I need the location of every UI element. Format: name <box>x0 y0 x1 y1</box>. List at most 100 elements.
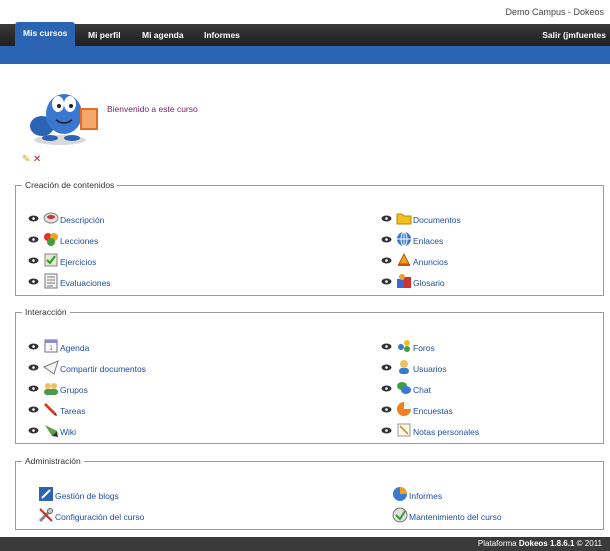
tool-label[interactable]: Configuración del curso <box>55 512 144 522</box>
footer: Plataforma Dokeos 1.8.6.1 © 2011 <box>0 537 610 551</box>
eye-icon[interactable] <box>381 385 392 392</box>
delete-icon[interactable]: ✕ <box>33 154 41 165</box>
users-icon <box>399 360 409 374</box>
tool-label[interactable]: Chat <box>413 385 431 395</box>
tool-compartir-documentos[interactable]: Compartir documentos <box>28 359 146 375</box>
tool-configuracion-curso[interactable]: Configuración del curso <box>38 507 144 523</box>
glossary-icon <box>397 274 411 288</box>
wiki-icon <box>45 425 58 437</box>
tool-enlaces[interactable]: Enlaces <box>381 231 443 247</box>
tool-label[interactable]: Compartir documentos <box>60 364 146 374</box>
tool-label[interactable]: Agenda <box>60 343 89 353</box>
tool-label[interactable]: Descripción <box>60 215 104 225</box>
announcement-icon <box>398 252 410 266</box>
logout-link[interactable]: Salir (jmfuentes <box>542 24 606 46</box>
chat-icon <box>397 382 411 394</box>
course-mascot <box>20 86 110 146</box>
eye-icon[interactable] <box>381 215 392 222</box>
tab-mi-perfil[interactable]: Mi perfil <box>88 24 121 46</box>
eye-icon[interactable] <box>381 236 392 243</box>
eye-icon[interactable] <box>28 406 39 413</box>
folder-icon <box>396 213 412 225</box>
tool-label[interactable]: Enlaces <box>413 236 443 246</box>
tool-mantenimiento-curso[interactable]: Mantenimiento del curso <box>392 507 502 523</box>
eye-icon[interactable] <box>28 278 39 285</box>
tool-anuncios[interactable]: Anuncios <box>381 252 448 268</box>
tool-label[interactable]: Wiki <box>60 427 76 437</box>
tool-label[interactable]: Documentos <box>413 215 461 225</box>
survey-icon <box>397 402 411 416</box>
tool-label[interactable]: Informes <box>409 491 442 501</box>
eye-icon[interactable] <box>28 257 39 264</box>
eye-icon[interactable] <box>381 427 392 434</box>
tool-ejercicios[interactable]: Ejercicios <box>28 252 96 268</box>
forum-icon <box>398 340 410 352</box>
tool-label[interactable]: Lecciones <box>60 236 98 246</box>
tool-encuestas[interactable]: Encuestas <box>381 401 453 417</box>
tool-label[interactable]: Tareas <box>60 406 86 416</box>
tool-label[interactable]: Notas personales <box>413 427 479 437</box>
tool-agenda[interactable]: 1 Agenda <box>28 338 89 354</box>
tab-mis-cursos[interactable]: Mis cursos <box>15 22 76 46</box>
tab-mi-agenda[interactable]: Mi agenda <box>142 24 184 46</box>
tool-label[interactable]: Encuestas <box>413 406 453 416</box>
section-title: Creación de contenidos <box>25 180 115 190</box>
tool-label[interactable]: Grupos <box>60 385 88 395</box>
eye-icon[interactable] <box>28 343 39 350</box>
tool-label[interactable]: Usuarios <box>413 364 447 374</box>
eye-icon[interactable] <box>28 215 39 222</box>
reports-icon <box>393 487 407 501</box>
tool-label[interactable]: Glosario <box>413 278 445 288</box>
footer-copyright: © 2011 <box>576 539 602 548</box>
tool-evaluaciones[interactable]: Evaluaciones <box>28 273 111 289</box>
tool-label[interactable]: Mantenimiento del curso <box>409 512 502 522</box>
eye-icon[interactable] <box>381 406 392 413</box>
pencil-icon[interactable]: ✎ <box>22 154 30 165</box>
eye-icon[interactable] <box>381 343 392 350</box>
tool-informes[interactable]: Informes <box>392 486 442 502</box>
tool-label[interactable]: Ejercicios <box>60 257 96 267</box>
footer-prefix: Plataforma <box>477 539 517 548</box>
footer-brand: Dokeos 1.8.6.1 <box>518 539 575 548</box>
nav-sub-band <box>0 46 610 64</box>
tool-tareas[interactable]: Tareas <box>28 401 86 417</box>
svg-text:1: 1 <box>49 345 53 352</box>
groups-icon <box>44 383 58 395</box>
tool-descripcion[interactable]: Descripción <box>28 210 104 226</box>
tool-label[interactable]: Foros <box>413 343 435 353</box>
evaluation-icon <box>44 273 58 289</box>
tool-foros[interactable]: Foros <box>381 338 435 354</box>
tool-chat[interactable]: Chat <box>381 380 431 396</box>
tool-lecciones[interactable]: Lecciones <box>28 231 98 247</box>
eye-icon[interactable] <box>381 257 392 264</box>
tool-label[interactable]: Evaluaciones <box>60 278 111 288</box>
tool-documentos[interactable]: Documentos <box>381 210 461 226</box>
tab-informes[interactable]: Informes <box>204 24 240 46</box>
globe-icon <box>397 231 411 247</box>
site-name: Demo Campus - Dokeos <box>505 7 604 17</box>
description-icon <box>43 212 59 224</box>
tool-usuarios[interactable]: Usuarios <box>381 359 447 375</box>
tool-gestion-blogs[interactable]: Gestión de blogs <box>38 486 119 502</box>
tool-grupos[interactable]: Grupos <box>28 380 88 396</box>
settings-icon <box>38 508 53 523</box>
eye-icon[interactable] <box>28 427 39 434</box>
eye-icon[interactable] <box>28 236 39 243</box>
section-interaccion: Interacción <box>15 307 604 444</box>
tool-label[interactable]: Gestión de blogs <box>55 491 119 501</box>
eye-icon[interactable] <box>381 364 392 371</box>
exercises-icon <box>44 253 58 267</box>
notes-icon <box>397 423 411 437</box>
calendar-icon: 1 <box>44 339 58 353</box>
tool-glosario[interactable]: Glosario <box>381 273 445 289</box>
tool-label[interactable]: Anuncios <box>413 257 448 267</box>
eye-icon[interactable] <box>28 364 39 371</box>
lessons-icon <box>44 233 58 246</box>
intro-edit-tools: ✎ ✕ <box>22 154 41 165</box>
section-title: Administración <box>25 456 81 466</box>
eye-icon[interactable] <box>381 278 392 285</box>
eye-icon[interactable] <box>28 385 39 392</box>
tool-notas-personales[interactable]: Notas personales <box>381 422 479 438</box>
tool-wiki[interactable]: Wiki <box>28 422 76 438</box>
share-documents-icon <box>43 360 59 375</box>
